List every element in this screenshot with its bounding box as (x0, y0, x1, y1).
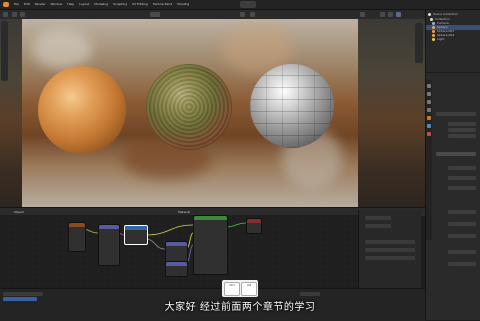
property-field[interactable] (448, 134, 476, 138)
menu-render[interactable]: Render (35, 2, 46, 6)
property-field[interactable] (436, 112, 476, 116)
tab-shading[interactable]: Shading (177, 2, 189, 6)
toolbar[interactable] (1, 21, 8, 81)
node-header (247, 219, 261, 223)
property-field[interactable] (448, 222, 476, 226)
property-field[interactable] (448, 166, 476, 170)
node-header (69, 223, 85, 227)
node-header (194, 216, 227, 220)
node-material-output[interactable] (246, 218, 262, 234)
viewport-header (0, 10, 425, 19)
key-alt: Alt (241, 282, 257, 296)
tab-modeling[interactable]: Modeling (94, 2, 108, 6)
properties-panel (425, 73, 480, 320)
node-sidebar-panel (358, 210, 421, 288)
wood-sphere[interactable] (38, 66, 126, 154)
shading-rendered-icon[interactable] (396, 12, 401, 17)
node-image-texture[interactable] (124, 225, 148, 245)
node-mapping[interactable] (98, 224, 120, 266)
snap-icon[interactable] (240, 12, 245, 17)
property-field[interactable] (448, 210, 476, 214)
node-label-field[interactable] (365, 224, 391, 228)
menu-window[interactable]: Window (51, 2, 63, 6)
key-indicator-overlay: Ctrl Alt (222, 280, 258, 297)
shading-solid-icon[interactable] (380, 12, 385, 17)
property-field[interactable] (448, 122, 476, 126)
material-tab-icon[interactable] (427, 132, 431, 136)
key-ctrl: Ctrl (224, 282, 240, 296)
node-header (166, 242, 187, 246)
blender-logo-icon[interactable] (3, 2, 9, 7)
tab-uv-editing[interactable]: UV Editing (132, 2, 148, 6)
playback-menu[interactable] (3, 292, 43, 296)
object-tab-icon[interactable] (427, 116, 431, 120)
moss-sphere[interactable] (146, 64, 232, 150)
active-workspace-tab[interactable] (240, 1, 256, 8)
outliner-item[interactable]: Light (432, 37, 480, 42)
menu-help[interactable]: Help (67, 2, 74, 6)
scene-tab-icon[interactable] (427, 108, 431, 112)
overlay-icon[interactable] (360, 12, 365, 17)
modifier-tab-icon[interactable] (427, 124, 431, 128)
view-menu-icon[interactable] (20, 12, 25, 17)
menu-file[interactable]: File (14, 2, 19, 6)
node-property-field[interactable] (365, 256, 415, 260)
metal-tile-sphere[interactable] (250, 64, 334, 148)
editor-type-icon[interactable] (3, 12, 8, 17)
properties-tabs (426, 80, 432, 240)
node-texture-coordinate[interactable] (68, 222, 86, 252)
render-tab-icon[interactable] (427, 92, 431, 96)
shading-material-icon[interactable] (388, 12, 393, 17)
menu-edit[interactable]: Edit (24, 2, 30, 6)
transform-orientation-icon[interactable] (150, 12, 160, 17)
node-editor-object-label[interactable]: Object (14, 210, 24, 214)
property-button[interactable] (436, 152, 476, 156)
tab-sculpting[interactable]: Sculpting (113, 2, 127, 6)
node-header (99, 225, 119, 229)
frame-range-field[interactable] (300, 292, 320, 296)
tab-layout[interactable]: Layout (79, 2, 89, 6)
object-mode-icon[interactable] (12, 12, 17, 17)
property-field[interactable] (448, 262, 476, 266)
property-field[interactable] (448, 176, 476, 180)
tab-texture-paint[interactable]: Texture Paint (153, 2, 172, 6)
node-name-field[interactable] (365, 216, 391, 220)
video-subtitle: 大家好 经过前面两个章节的学习 (164, 302, 316, 313)
node-editor[interactable] (0, 215, 358, 287)
node-property-field[interactable] (365, 240, 415, 244)
node-color-ramp[interactable] (165, 241, 188, 263)
property-field[interactable] (448, 186, 476, 190)
node-principled-bsdf[interactable] (193, 215, 228, 275)
navigation-gizmo[interactable] (415, 23, 423, 63)
property-field[interactable] (448, 250, 476, 254)
node-property-field[interactable] (365, 248, 415, 252)
node-bump[interactable] (165, 261, 188, 277)
property-field[interactable] (448, 234, 476, 238)
proportional-edit-icon[interactable] (250, 12, 255, 17)
material-slot-label[interactable]: Material (178, 210, 190, 214)
property-field[interactable] (448, 128, 476, 132)
tool-tab-icon[interactable] (427, 84, 431, 88)
3d-viewport[interactable] (0, 19, 425, 207)
node-header (125, 226, 147, 230)
output-tab-icon[interactable] (427, 100, 431, 104)
node-header (166, 262, 187, 266)
